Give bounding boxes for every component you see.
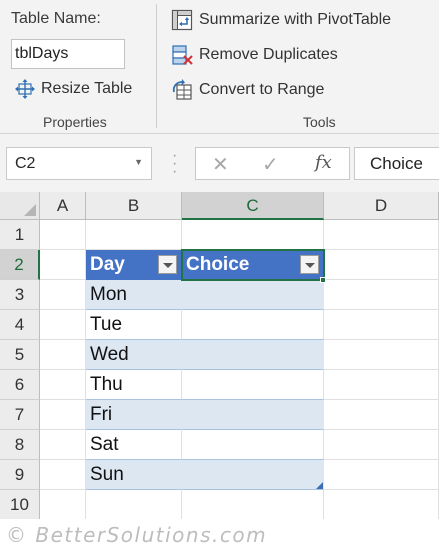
cell-d7[interactable] [324,400,439,430]
row-header-10[interactable]: 10 [0,490,40,520]
row-header-8[interactable]: 8 [0,430,40,460]
insert-function-icon[interactable]: fx [315,152,332,173]
name-box[interactable]: C2 ▼ [6,147,152,180]
table-cell-choice[interactable] [182,310,324,340]
table-cell-day[interactable]: Wed [86,340,182,370]
column-header-a[interactable]: A [40,192,86,220]
enter-check-icon[interactable]: ✓ [262,152,279,177]
table-name-input[interactable]: tblDays [11,39,125,69]
convert-to-range-icon [172,79,192,100]
watermark: © BetterSolutions.com [6,523,268,547]
filter-dropdown-icon[interactable] [158,255,177,274]
select-all-triangle-icon [24,204,36,216]
table-cell-day[interactable]: Tue [86,310,182,340]
resize-table-button[interactable]: Resize Table [15,79,132,99]
table-cell-day[interactable]: Fri [86,400,182,430]
table-cell-choice[interactable] [182,370,324,400]
cell-a10[interactable] [40,490,86,520]
ribbon: Table Name: tblDays Resize Table Propert… [0,0,439,134]
table-cell-choice[interactable] [182,340,324,370]
summarize-pivottable-label: Summarize with PivotTable [199,11,392,28]
chevron-down-icon[interactable]: ▼ [134,157,143,167]
cell-a6[interactable] [40,370,86,400]
table-header-day[interactable]: Day [86,250,182,280]
table-cell-choice[interactable] [182,280,324,310]
cell-d1[interactable] [324,220,439,250]
cell-d8[interactable] [324,430,439,460]
table-cell-choice[interactable] [182,430,324,460]
cell-a5[interactable] [40,340,86,370]
row-header-1[interactable]: 1 [0,220,40,250]
cell-d6[interactable] [324,370,439,400]
row-header-9[interactable]: 9 [0,460,40,490]
resize-table-icon [15,79,35,99]
table-cell-choice[interactable] [182,400,324,430]
tools-group-title: Tools [303,114,336,130]
cell-a4[interactable] [40,310,86,340]
summarize-pivottable-button[interactable]: Summarize with PivotTable [171,9,391,31]
formula-bar-grip-icon[interactable]: · · · [172,148,177,180]
cancel-icon[interactable]: ✕ [212,152,229,177]
filter-dropdown-icon[interactable] [300,255,319,274]
row-header-3[interactable]: 3 [0,280,40,310]
fill-handle[interactable] [320,277,326,283]
cell-d5[interactable] [324,340,439,370]
cell-a1[interactable] [40,220,86,250]
cell-d2[interactable] [324,250,439,280]
formula-input[interactable]: Choice [354,147,439,180]
table-cell-choice[interactable] [182,460,324,490]
column-header-c[interactable]: C [182,192,324,220]
convert-to-range-label: Convert to Range [199,81,325,98]
cell-a8[interactable] [40,430,86,460]
name-box-value: C2 [15,155,36,172]
cell-b10[interactable] [86,490,182,520]
table-cell-day[interactable]: Sun [86,460,182,490]
cell-a9[interactable] [40,460,86,490]
cell-a3[interactable] [40,280,86,310]
cell-d10[interactable] [324,490,439,520]
properties-group-title: Properties [43,114,107,130]
cell-c10[interactable] [182,490,324,520]
table-resize-handle[interactable] [316,482,323,489]
worksheet-grid: A B C D 1 2 3 4 5 6 7 8 9 10 Day Choice … [0,192,439,520]
row-header-5[interactable]: 5 [0,340,40,370]
row-header-2[interactable]: 2 [0,250,40,280]
cell-a7[interactable] [40,400,86,430]
group-divider [156,4,157,128]
table-cell-day[interactable]: Mon [86,280,182,310]
cell-d4[interactable] [324,310,439,340]
table-cell-day[interactable]: Sat [86,430,182,460]
resize-table-label: Resize Table [41,80,133,97]
remove-duplicates-label: Remove Duplicates [199,46,338,63]
column-header-d[interactable]: D [324,192,439,220]
pivottable-icon [171,9,193,31]
cell-a2[interactable] [40,250,86,280]
row-header-6[interactable]: 6 [0,370,40,400]
cell-d9[interactable] [324,460,439,490]
table-header-choice[interactable]: Choice [182,250,324,280]
cell-c1[interactable] [182,220,324,250]
remove-duplicates-button[interactable]: Remove Duplicates [171,44,338,66]
cell-b1[interactable] [86,220,182,250]
table-header-choice-label: Choice [186,254,250,275]
cell-d3[interactable] [324,280,439,310]
row-header-4[interactable]: 4 [0,310,40,340]
column-header-b[interactable]: B [86,192,182,220]
row-header-7[interactable]: 7 [0,400,40,430]
table-name-label: Table Name: [11,10,101,27]
convert-to-range-button[interactable]: Convert to Range [171,79,324,101]
remove-duplicates-icon [172,45,193,65]
table-cell-day[interactable]: Thu [86,370,182,400]
select-all-button[interactable] [0,192,40,220]
table-header-day-label: Day [90,254,125,275]
